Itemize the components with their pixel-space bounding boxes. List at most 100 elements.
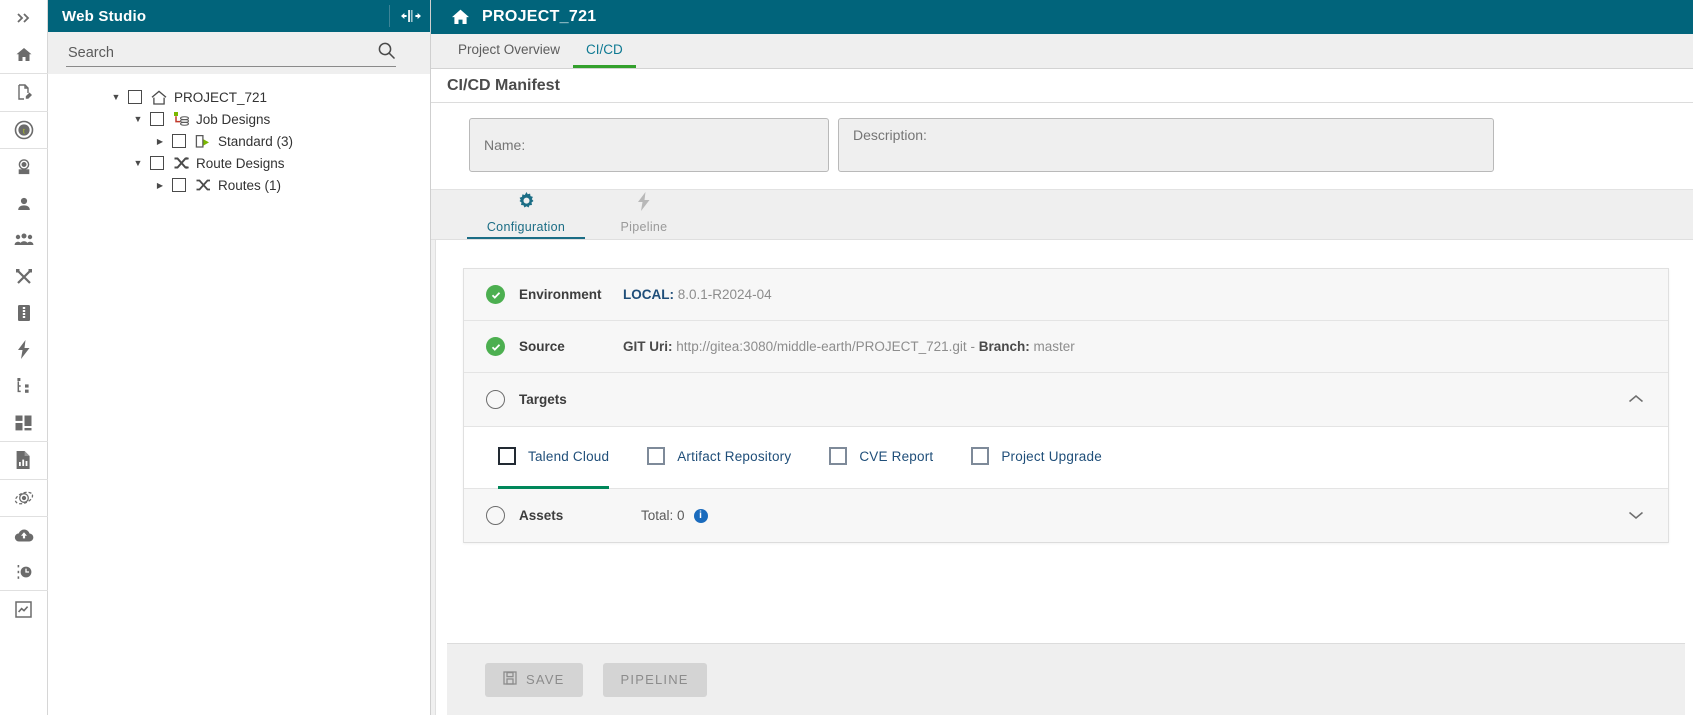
caret-right-icon[interactable] [152, 181, 168, 190]
cloud-upload-icon[interactable] [0, 517, 48, 554]
page-title-row: CI/CD Manifest [431, 69, 1693, 103]
caret-down-icon[interactable] [130, 115, 146, 124]
save-disk-icon [503, 671, 517, 688]
project-header: PROJECT_721 [431, 0, 1693, 34]
caret-down-icon[interactable] [108, 93, 124, 102]
footer-wrap: SAVE PIPELINE [447, 643, 1685, 715]
chevron-down-icon[interactable] [1628, 507, 1644, 525]
assets-total: Total: 0 [641, 508, 685, 523]
environment-key: LOCAL: [623, 287, 674, 302]
config-row-targets[interactable]: Targets [464, 373, 1668, 427]
target-tab-cve-report[interactable]: CVE Report [829, 427, 933, 489]
config-row-source[interactable]: Source GIT Uri: http://gitea:3080/middle… [464, 321, 1668, 373]
branch-key: Branch: [978, 339, 1030, 354]
history-icon[interactable] [0, 554, 48, 591]
report-icon[interactable] [0, 442, 48, 479]
config-value-source: GIT Uri: http://gitea:3080/middle-earth/… [623, 339, 1075, 354]
project-home-icon [150, 88, 168, 106]
target-checkbox[interactable] [498, 447, 516, 465]
lightning-icon[interactable] [0, 332, 48, 369]
standard-job-icon [194, 132, 212, 150]
config-label-environment: Environment [519, 287, 602, 302]
save-button[interactable]: SAVE [485, 662, 583, 697]
tree-node-project[interactable]: PROJECT_721 [48, 86, 430, 108]
tree-node-label: Routes (1) [218, 177, 282, 193]
caret-right-icon[interactable] [152, 137, 168, 146]
hierarchy-icon[interactable] [0, 368, 48, 405]
value-separator: - [970, 339, 975, 354]
tree-checkbox[interactable] [150, 112, 164, 126]
target-tabs: Talend Cloud Artifact Repository CVE Rep… [464, 427, 1668, 489]
deployment-icon[interactable] [0, 149, 48, 186]
search-box[interactable] [66, 39, 396, 67]
tree-node-standard[interactable]: Standard (3) [48, 130, 430, 152]
search-icon[interactable] [377, 41, 396, 65]
main-tabbar: Project Overview CI/CD [431, 34, 1693, 69]
target-tab-label: Artifact Repository [677, 448, 792, 464]
expand-panel-icon[interactable] [0, 0, 48, 37]
sub-tab-configuration[interactable]: Configuration [467, 189, 585, 239]
gear-icon [517, 192, 536, 216]
search-row [48, 32, 430, 74]
sub-tab-pipeline[interactable]: Pipeline [585, 189, 703, 239]
document-edit-icon[interactable] [0, 74, 48, 111]
search-input[interactable] [66, 43, 371, 62]
manifest-description-input[interactable] [838, 118, 1494, 172]
info-icon[interactable]: i [693, 508, 708, 523]
config-value-environment: LOCAL: 8.0.1-R2024-04 [623, 287, 772, 302]
caret-down-icon[interactable] [130, 159, 146, 168]
project-tree: PROJECT_721 Job Designs [48, 74, 430, 715]
target-tab-label: CVE Report [859, 448, 934, 464]
target-tab-project-upgrade[interactable]: Project Upgrade [971, 427, 1102, 489]
home-icon[interactable] [0, 37, 48, 74]
dashboard-icon[interactable] [0, 405, 48, 442]
action-footer: SAVE PIPELINE [447, 643, 1685, 715]
tree-node-routes[interactable]: Routes (1) [48, 174, 430, 196]
web-studio-panel: Web Studio Search ▼ PROJECT_721 ▼ Job De… [48, 0, 431, 715]
pipeline-button[interactable]: PIPELINE [602, 662, 707, 697]
sub-tab-label: Configuration [486, 220, 566, 234]
tools-icon[interactable] [0, 259, 48, 296]
home-icon [451, 8, 470, 26]
branch-value: master [1033, 339, 1075, 354]
users-group-icon[interactable] [0, 222, 48, 259]
manifest-form [431, 103, 1693, 190]
target-checkbox[interactable] [971, 447, 990, 465]
tree-checkbox[interactable] [172, 134, 186, 148]
tree-checkbox[interactable] [150, 156, 164, 170]
project-title: PROJECT_721 [482, 8, 597, 25]
tree-checkbox[interactable] [128, 90, 142, 104]
sub-tab-label: Pipeline [620, 220, 668, 234]
target-checkbox[interactable] [829, 447, 848, 465]
config-row-assets[interactable]: Assets Total: 0 i [464, 489, 1668, 543]
tree-node-label: Route Designs [196, 155, 285, 171]
tree-node-label: PROJECT_721 [174, 89, 268, 105]
tree-node-job-designs[interactable]: Job Designs [48, 108, 430, 130]
web-studio-header: Web Studio [48, 0, 430, 32]
archive-icon[interactable] [0, 295, 48, 332]
monitoring-icon[interactable] [0, 591, 48, 628]
tree-node-label: Job Designs [196, 111, 271, 127]
talend-badge-icon[interactable]: t [0, 112, 48, 149]
target-checkbox[interactable] [647, 447, 666, 465]
manifest-name-input[interactable] [469, 118, 829, 172]
target-tab-talend-cloud[interactable]: Talend Cloud [498, 427, 610, 489]
git-uri-key: GIT Uri: [623, 339, 673, 354]
icon-rail: t [0, 0, 48, 715]
lightning-icon [637, 192, 651, 216]
target-tab-artifact-repository[interactable]: Artifact Repository [647, 427, 791, 489]
collapse-panel-icon[interactable] [400, 5, 422, 27]
tab-cicd[interactable]: CI/CD [573, 33, 636, 68]
web-studio-title: Web Studio [62, 7, 147, 25]
config-row-environment[interactable]: Environment LOCAL: 8.0.1-R2024-04 [464, 269, 1668, 321]
main-panel: PROJECT_721 Project Overview CI/CD CI/CD… [431, 0, 1693, 715]
content-scrollbar[interactable] [431, 240, 436, 715]
tab-label: CI/CD [586, 41, 623, 57]
settings-orbit-icon[interactable] [0, 480, 48, 517]
user-icon[interactable] [0, 186, 48, 223]
app-root: t Web Studio Search ▼ PROJECT_721 ▼ Job … [0, 0, 1693, 715]
chevron-up-icon[interactable] [1628, 391, 1644, 409]
tree-node-route-designs[interactable]: Route Designs [48, 152, 430, 174]
tree-checkbox[interactable] [172, 178, 186, 192]
tab-project-overview[interactable]: Project Overview [445, 33, 573, 68]
